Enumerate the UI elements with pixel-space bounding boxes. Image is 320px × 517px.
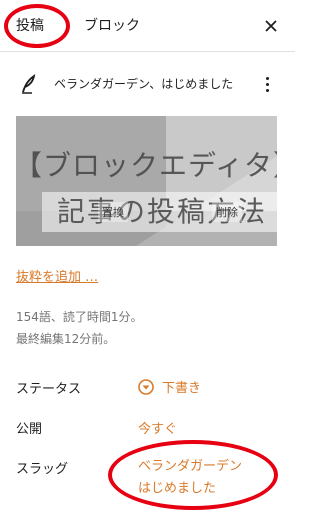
tab-post[interactable]: 投稿 <box>16 0 44 52</box>
publish-date-button[interactable]: 今すぐ <box>138 418 177 437</box>
delete-image-button[interactable]: 削除 <box>212 202 242 222</box>
post-stats: 154語、読了時間1分。 最終編集12分前。 <box>16 306 143 350</box>
close-icon[interactable] <box>261 16 281 36</box>
more-vertical-icon[interactable] <box>263 74 271 94</box>
slug-button[interactable]: ベランダガーデン はじめました <box>138 456 242 500</box>
sidebar-tabs: 投稿 ブロック <box>0 0 295 52</box>
post-title: ベランダガーデン、はじめました <box>54 77 234 91</box>
replace-image-button[interactable]: 置換 <box>98 202 128 222</box>
word-count: 154語、読了時間1分。 <box>16 310 143 324</box>
slug-value-line2: はじめました <box>138 481 217 496</box>
draft-status-icon <box>138 379 154 395</box>
tab-block[interactable]: ブロック <box>84 0 140 52</box>
featured-image[interactable]: 【ブロックエディタ】 記事の投稿方法 置換 削除 <box>16 116 277 246</box>
publish-label: 公開 <box>16 422 43 437</box>
slug-value-line1: ベランダガーデン <box>138 459 243 474</box>
featured-image-text-line1: 【ブロックエディタ】 <box>16 149 277 182</box>
status-label: ステータス <box>16 382 82 397</box>
add-excerpt-link[interactable]: 抜粋を追加 … <box>16 266 98 285</box>
status-value: 下書き <box>162 381 202 396</box>
status-button[interactable]: 下書き <box>138 377 201 396</box>
slug-label: スラッグ <box>16 462 69 477</box>
last-edited: 最終編集12分前。 <box>16 332 116 346</box>
feather-icon <box>20 74 38 94</box>
post-summary-header: ベランダガーデン、はじめました <box>0 62 295 106</box>
